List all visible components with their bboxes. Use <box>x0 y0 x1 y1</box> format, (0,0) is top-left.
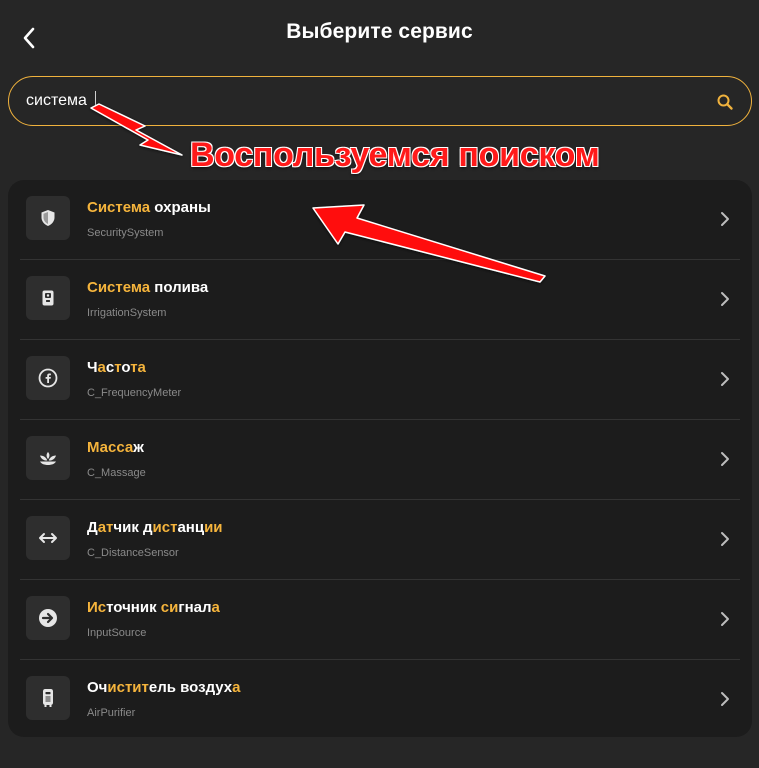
service-item-c_frequencymeter[interactable]: Частота C_FrequencyMeter <box>20 340 740 420</box>
chevron-right-icon <box>718 689 732 709</box>
service-subtitle: C_FrequencyMeter <box>87 387 182 399</box>
service-title: Датчик дистанции <box>87 519 223 536</box>
annotation-label: Воспользуемся поиском <box>189 136 600 175</box>
service-subtitle: C_Massage <box>87 467 146 479</box>
service-item-c_distancesensor[interactable]: Датчик дистанции C_DistanceSensor <box>20 500 740 580</box>
chevron-right-icon <box>718 209 732 229</box>
service-item-securitysystem[interactable]: Система охраны SecuritySystem <box>20 180 740 260</box>
service-subtitle: SecuritySystem <box>87 227 164 239</box>
shield-icon <box>26 196 70 240</box>
service-item-irrigationsystem[interactable]: Система полива IrrigationSystem <box>20 260 740 340</box>
input-source-icon <box>26 596 70 640</box>
header: Выберите сервис <box>0 0 759 70</box>
text-caret <box>95 91 96 110</box>
service-item-airpurifier[interactable]: Очиститель воздуха AirPurifier <box>20 660 740 737</box>
massage-icon <box>26 436 70 480</box>
page-title: Выберите сервис <box>286 20 473 43</box>
service-title: Массаж <box>87 439 144 456</box>
service-subtitle: AirPurifier <box>87 707 136 719</box>
service-list: Система охраны SecuritySystem Система поли… <box>8 180 752 737</box>
service-title: Частота <box>87 359 146 376</box>
irrigation-icon <box>26 276 70 320</box>
frequency-icon <box>26 356 70 400</box>
service-title: Система полива <box>87 279 209 296</box>
service-item-inputsource[interactable]: Источник сигнала InputSource <box>20 580 740 660</box>
service-subtitle: InputSource <box>87 627 147 639</box>
service-title: Система охраны <box>87 199 211 216</box>
service-title: Очиститель воздуха <box>87 679 241 696</box>
service-subtitle: C_DistanceSensor <box>87 547 179 559</box>
search-icon[interactable] <box>715 92 735 112</box>
service-item-c_massage[interactable]: Массаж C_Massage <box>20 420 740 500</box>
chevron-right-icon <box>718 449 732 469</box>
chevron-right-icon <box>718 289 732 309</box>
chevron-right-icon <box>718 369 732 389</box>
chevron-right-icon <box>718 529 732 549</box>
air-purifier-icon <box>26 676 70 720</box>
search-bar[interactable] <box>8 76 752 126</box>
service-title: Источник сигнала <box>87 599 220 616</box>
search-input[interactable] <box>26 89 686 113</box>
distance-icon <box>26 516 70 560</box>
service-subtitle: IrrigationSystem <box>87 307 167 319</box>
chevron-right-icon <box>718 609 732 629</box>
